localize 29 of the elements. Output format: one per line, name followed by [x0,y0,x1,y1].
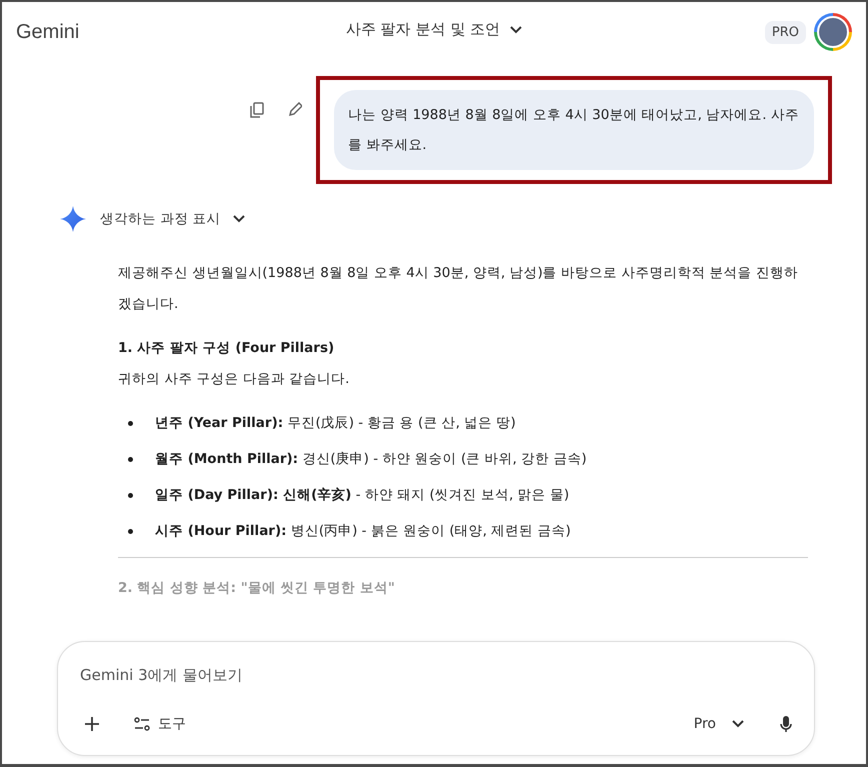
response-paragraph: 제공해주신 생년월일시(1988년 8월 8일 오후 4시 30분, 양력, 남성)를 바탕으로 사주명리학적 분석을 진행하겠습니다. [118,264,799,314]
user-message: 나는 양력 1988년 8월 8일에 오후 4시 30분에 태어났고, 남자에요. 사주를 봐주세요. [334,90,814,170]
list-item-text: 시주 (Hour Pillar): 병신(丙申) - 붉은 원숭이 (태양, 제련된 금속) [155,522,571,541]
plan-badge: PRO [764,20,806,44]
tools-button[interactable]: 도구 [130,711,190,737]
plus-icon [84,716,100,732]
bullet-dot [128,492,133,498]
list-item-text: 일주 (Day Pillar): 신해(辛亥) - 하얀 돼지 (씻겨진 보석, 맑은 물) [155,486,570,505]
sliders-icon [134,717,150,731]
bullet-dot [128,528,133,534]
avatar[interactable] [814,13,852,51]
response-paragraph: 귀하의 사주 구성은 다음과 같습니다. [118,370,350,389]
microphone-icon [780,715,792,733]
section-heading: 1. 사주 팔자 구성 (Four Pillars) [118,339,336,358]
chevron-down-icon [232,215,245,223]
app-logo[interactable]: Gemini [16,20,80,44]
pencil-icon[interactable] [288,102,302,117]
model-selector[interactable]: Pro [690,712,748,736]
show-thinking-toggle[interactable]: 생각하는 과정 표시 [100,210,245,228]
bullet-dot [128,456,133,462]
list-item-text: 년주 (Year Pillar): 무진(戊辰) - 황금 용 (큰 산, 넓은 땅) [155,414,516,433]
list-item-text: 월주 (Month Pillar): 경신(庚申) - 하얀 원숭이 (큰 바위, 강한 금속) [155,450,587,469]
chat-title-dropdown[interactable]: 사주 팔자 분석 및 조언 [340,16,528,43]
chevron-down-icon [732,720,744,728]
bullet-dot [128,420,133,426]
section-heading: 2. 핵심 성향 분석: "물에 씻긴 투명한 보석" [118,579,396,598]
copy-icon[interactable] [250,102,264,118]
sparkle-icon [60,206,86,232]
chevron-down-icon [510,26,522,34]
